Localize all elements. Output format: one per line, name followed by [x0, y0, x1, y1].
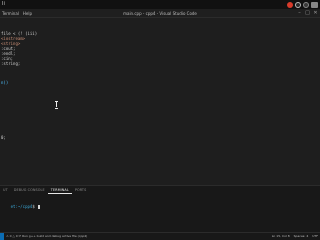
app-indicator-icon[interactable] — [287, 1, 293, 8]
close-button[interactable]: ✕ — [313, 11, 318, 16]
maximize-button[interactable]: □ — [305, 11, 310, 16]
status-cursor-position[interactable]: Ln 15, Col 8 — [272, 233, 290, 240]
status-indentation[interactable]: Spaces: 4 — [294, 233, 309, 240]
bottom-panel: UT DEBUG CONSOLE TERMINAL PORTS et:~/cpp… — [0, 185, 320, 232]
title-bar: Terminal Help main.cpp - cpp4 - Visual S… — [0, 9, 320, 18]
status-problems-and-run[interactable]: ⚠ 0 △ 0 ⟳ Run g++ build and debug active… — [6, 233, 87, 240]
tab-terminal[interactable]: TERMINAL — [47, 187, 72, 194]
os-top-left-label: Ii — [2, 1, 5, 7]
status-encoding[interactable]: UTF — [312, 233, 318, 240]
code-editor[interactable]: file < (! (iii) <iostream> <string> :cou… — [0, 19, 320, 185]
tab-debug-console[interactable]: DEBUG CONSOLE — [11, 187, 48, 194]
code-line-7: :string; — [1, 61, 21, 66]
system-tray — [287, 1, 318, 8]
panel-tabs: UT DEBUG CONSOLE TERMINAL PORTS — [0, 187, 89, 194]
remote-indicator-button[interactable] — [0, 233, 4, 240]
os-top-bar: Ii — [0, 0, 320, 9]
battery-icon[interactable] — [311, 1, 318, 8]
terminal-path: et:~/cpp4 — [10, 204, 33, 209]
status-bar: ⚠ 0 △ 0 ⟳ Run g++ build and debug active… — [0, 232, 320, 240]
status-right-items: Ln 15, Col 8 Spaces: 4 UTF — [272, 233, 318, 240]
terminal-cursor — [38, 204, 41, 209]
tab-ports[interactable]: PORTS — [72, 187, 90, 194]
steam-icon[interactable] — [295, 1, 301, 8]
network-icon[interactable] — [303, 1, 309, 8]
terminal-prompt: $ — [32, 204, 35, 209]
minimize-button[interactable]: – — [297, 11, 302, 16]
code-line-10: 0; — [1, 135, 6, 140]
mouse-ibeam-cursor — [55, 101, 58, 109]
window-title: main.cpp - cpp4 - Visual Studio Code — [123, 11, 197, 16]
code-line-8: n() — [1, 80, 9, 85]
terminal-prompt-line[interactable]: et:~/cpp4$ — [1, 199, 41, 214]
tab-output[interactable]: UT — [0, 187, 11, 194]
window-controls: – □ ✕ — [297, 11, 318, 16]
